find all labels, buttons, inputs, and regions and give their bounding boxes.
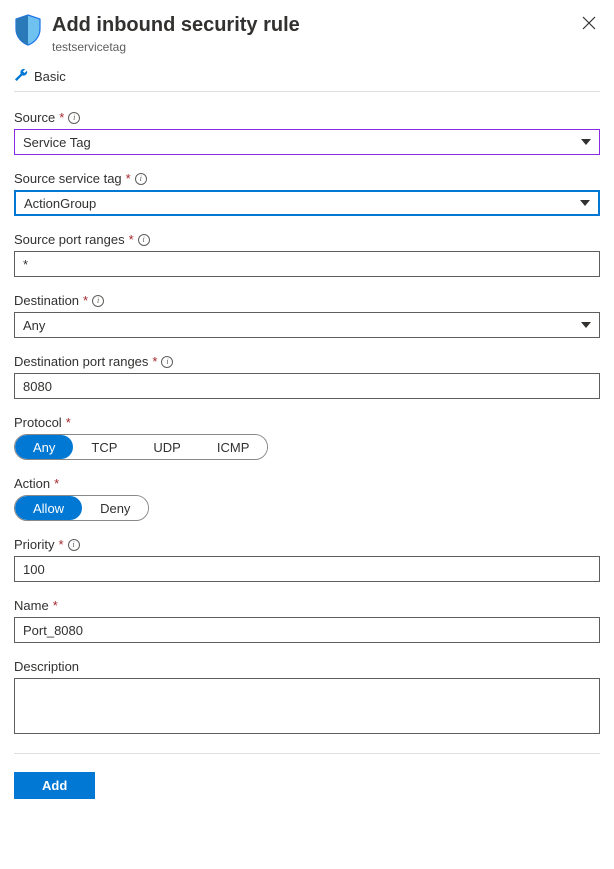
protocol-option-icmp[interactable]: ICMP bbox=[199, 435, 268, 459]
required-asterisk: * bbox=[53, 598, 58, 613]
page-title: Add inbound security rule bbox=[52, 12, 578, 38]
info-icon[interactable]: i bbox=[135, 173, 147, 185]
info-icon[interactable]: i bbox=[161, 356, 173, 368]
source-label: Source bbox=[14, 110, 55, 125]
destination-value: Any bbox=[23, 318, 45, 333]
source-value: Service Tag bbox=[23, 135, 91, 150]
divider bbox=[14, 753, 600, 754]
chevron-down-icon bbox=[581, 322, 591, 328]
protocol-label: Protocol bbox=[14, 415, 62, 430]
destination-port-ranges-label: Destination port ranges bbox=[14, 354, 148, 369]
source-service-tag-select[interactable]: ActionGroup bbox=[14, 190, 600, 216]
required-asterisk: * bbox=[66, 415, 71, 430]
required-asterisk: * bbox=[152, 354, 157, 369]
protocol-option-tcp[interactable]: TCP bbox=[73, 435, 135, 459]
destination-select[interactable]: Any bbox=[14, 312, 600, 338]
priority-label: Priority bbox=[14, 537, 54, 552]
shield-icon bbox=[14, 14, 42, 49]
basic-toggle[interactable]: Basic bbox=[34, 69, 66, 84]
chevron-down-icon bbox=[581, 139, 591, 145]
resource-subtitle: testservicetag bbox=[52, 40, 578, 54]
required-asterisk: * bbox=[59, 110, 64, 125]
name-input[interactable] bbox=[14, 617, 600, 643]
protocol-option-any[interactable]: Any bbox=[15, 435, 73, 459]
required-asterisk: * bbox=[129, 232, 134, 247]
action-group: Allow Deny bbox=[14, 495, 149, 521]
source-port-ranges-label: Source port ranges bbox=[14, 232, 125, 247]
info-icon[interactable]: i bbox=[68, 112, 80, 124]
destination-port-ranges-input[interactable] bbox=[14, 373, 600, 399]
add-button[interactable]: Add bbox=[14, 772, 95, 799]
required-asterisk: * bbox=[54, 476, 59, 491]
name-label: Name bbox=[14, 598, 49, 613]
close-button[interactable] bbox=[578, 12, 600, 38]
protocol-option-udp[interactable]: UDP bbox=[135, 435, 198, 459]
info-icon[interactable]: i bbox=[138, 234, 150, 246]
chevron-down-icon bbox=[580, 200, 590, 206]
source-service-tag-value: ActionGroup bbox=[24, 196, 96, 211]
required-asterisk: * bbox=[58, 537, 63, 552]
source-select[interactable]: Service Tag bbox=[14, 129, 600, 155]
required-asterisk: * bbox=[126, 171, 131, 186]
wrench-icon bbox=[14, 68, 28, 85]
description-input[interactable] bbox=[14, 678, 600, 734]
info-icon[interactable]: i bbox=[92, 295, 104, 307]
action-option-deny[interactable]: Deny bbox=[82, 496, 148, 520]
action-label: Action bbox=[14, 476, 50, 491]
priority-input[interactable] bbox=[14, 556, 600, 582]
info-icon[interactable]: i bbox=[68, 539, 80, 551]
required-asterisk: * bbox=[83, 293, 88, 308]
source-service-tag-label: Source service tag bbox=[14, 171, 122, 186]
description-label: Description bbox=[14, 659, 79, 674]
protocol-group: Any TCP UDP ICMP bbox=[14, 434, 268, 460]
action-option-allow[interactable]: Allow bbox=[15, 496, 82, 520]
destination-label: Destination bbox=[14, 293, 79, 308]
source-port-ranges-input[interactable] bbox=[14, 251, 600, 277]
